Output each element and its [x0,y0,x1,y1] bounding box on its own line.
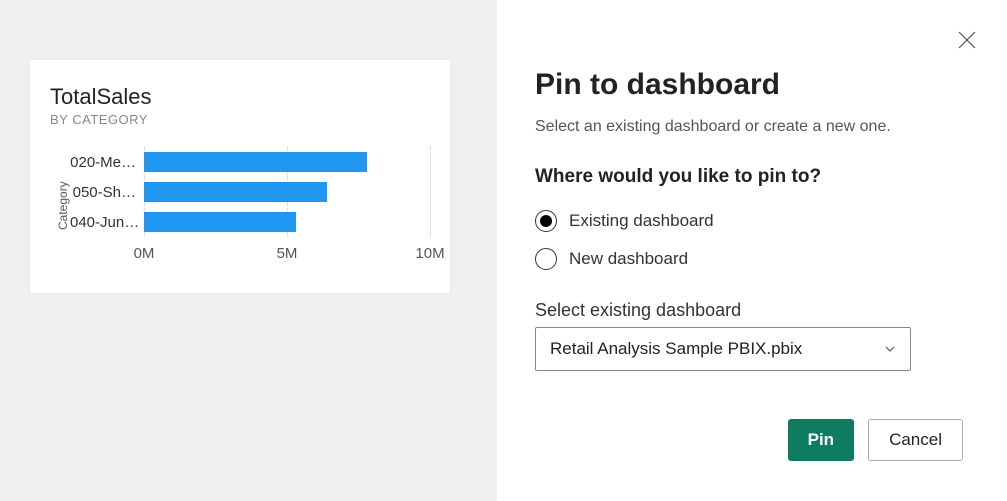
radio-label: New dashboard [569,249,688,269]
bar-fill [144,182,327,202]
select-value: Retail Analysis Sample PBIX.pbix [550,339,802,359]
radio-new-dashboard[interactable]: New dashboard [535,240,963,278]
x-tick-label: 0M [134,245,155,262]
x-axis-ticks: 0M5M10M [144,245,430,265]
bar-row: 040-Jun… [70,207,430,237]
dialog-pane: Pin to dashboard Select an existing dash… [497,0,1007,501]
bar-fill [144,152,367,172]
cancel-button[interactable]: Cancel [868,419,963,461]
dashboard-select[interactable]: Retail Analysis Sample PBIX.pbix [535,327,911,371]
dialog-subtitle: Select an existing dashboard or create a… [535,118,963,136]
close-button[interactable] [955,28,979,52]
bar-category-label: 020-Me… [70,154,144,171]
bar-category-label: 040-Jun… [70,214,144,231]
y-axis-label: Category [50,147,70,265]
pin-button[interactable]: Pin [788,419,854,461]
bars-zone: 020-Me… 050-Sh… 040-Jun… [70,147,430,237]
x-tick-label: 10M [415,245,444,262]
chart-body: Category 020-Me… 050-Sh… 040-Jun… 0M5M10M [50,147,430,265]
bar-row: 020-Me… [70,147,430,177]
dialog-actions: Pin Cancel [535,389,963,461]
pin-to-dashboard-dialog: TotalSales BY CATEGORY Category 020-Me…0… [0,0,1007,501]
x-tick-label: 5M [277,245,298,262]
bar-track [144,210,430,234]
chart-title: TotalSales [50,84,430,110]
radio-icon-selected [535,210,557,232]
radio-label: Existing dashboard [569,211,714,231]
bar-category-label: 050-Sh… [70,184,144,201]
chart-subtitle: BY CATEGORY [50,112,430,127]
plot-area: 020-Me… 050-Sh… 040-Jun… 0M5M10M [70,147,430,265]
chart-card: TotalSales BY CATEGORY Category 020-Me…0… [30,60,450,293]
radio-icon-unselected [535,248,557,270]
select-label: Select existing dashboard [535,300,963,321]
dialog-question: Where would you like to pin to? [535,166,963,188]
chevron-down-icon [882,341,898,357]
bar-row: 050-Sh… [70,177,430,207]
radio-group: Existing dashboard New dashboard [535,202,963,278]
bar-track [144,180,430,204]
dialog-title: Pin to dashboard [535,68,963,102]
bar-track [144,150,430,174]
radio-existing-dashboard[interactable]: Existing dashboard [535,202,963,240]
bar-fill [144,212,296,232]
x-axis: 0M5M10M [70,245,430,265]
close-icon [955,28,979,52]
chart-preview-pane: TotalSales BY CATEGORY Category 020-Me…0… [0,0,497,501]
